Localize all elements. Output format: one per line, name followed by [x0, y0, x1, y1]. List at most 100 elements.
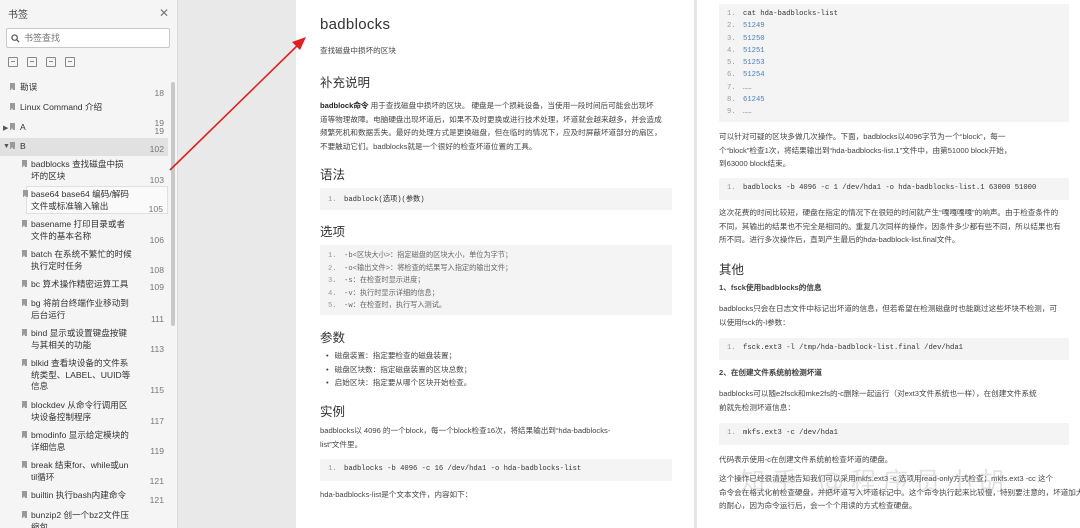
paragraph-line: 到63000 block结束。	[719, 159, 791, 168]
viewer-background	[178, 0, 295, 528]
paragraph-line: badblocks可以随e2fsck和mke2fs的-c删除一起运行（对ext3…	[719, 389, 1037, 398]
bookmark-icon	[22, 299, 27, 306]
bookmark-icon	[22, 160, 27, 167]
code-line: badblocks -b 4096 -c 16 /dev/hda1 -o hda…	[344, 465, 582, 473]
close-icon[interactable]: ✕	[159, 7, 169, 19]
param-list: 磁盘装置：指定要检查的磁盘装置； 磁盘区块数：指定磁盘装置的区块总数； 启始区块…	[326, 349, 472, 390]
code-line: -b<区块大小>：指定磁盘的区块大小，单位为字节；	[344, 252, 513, 260]
bookmark-item[interactable]: builtin 执行bash内建命令 121	[0, 490, 168, 506]
code-line: badblock(选项)(参数)	[344, 196, 425, 204]
bookmark-item[interactable]: Linux Command 介绍 19	[0, 102, 168, 128]
bookmark-item[interactable]: basename 打印目录或者 文件的基本名称 106	[0, 219, 168, 245]
bookmark-icon	[23, 190, 28, 197]
code-block: 1. fsck.ext3 -l /tmp/hda-badblock-list.fi…	[719, 338, 1069, 360]
intro-line: 不要触动它们。badblocks就是一个很好的检查坏道位置的工具。	[320, 141, 537, 151]
bookmark-sidebar: 书签 ✕ 勘误 18 Linux Command 介绍 19 ▶ A 19 ▼ …	[0, 0, 178, 528]
bookmark-item[interactable]: badblocks 查找磁盘中损 坏的区块 103	[0, 159, 168, 185]
page-title: badblocks	[320, 16, 391, 33]
sidebar-header: 书签 ✕	[8, 6, 169, 21]
paragraph-line: 不同，其输出的结果也不完全是相同的。重复几次同样的操作，因条件多少都有些不同，所…	[719, 221, 1061, 231]
document-page: 1. cat hda-badblocks-list 2. 51249 3. 51250…	[697, 0, 1080, 528]
bookmark-icon	[22, 250, 27, 257]
code-line: -w：在检查时，执行写入测试。	[344, 302, 447, 310]
intro-line: 用于查找磁盘中损坏的区块。 硬盘是一个损耗设备，当使用一段时间后可能会出现坏	[368, 101, 654, 110]
page-subtitle: 查找磁盘中损坏的区块	[320, 46, 396, 55]
bookmark-item[interactable]: break 结束for、while或un til循环 121	[0, 460, 168, 486]
sidebar-scrollbar[interactable]	[171, 82, 175, 326]
search-icon	[11, 33, 20, 43]
bookmark-item[interactable]: blockdev 从命令行调用区 块设备控制程序 117	[0, 400, 168, 426]
intro-line: 频繁死机和数据丢失。最好的处理方式是更换磁盘，但在临时的情况下，应及时屏蔽坏道部…	[320, 128, 662, 137]
bookmark-item-b[interactable]: ▼ B 102	[0, 138, 168, 156]
section-heading: 选项	[320, 225, 346, 239]
paragraph: 代码表示使用-c在创建文件系统前检查坏道的硬盘。	[719, 455, 893, 464]
intro-line: 道等物理故障。电脑硬盘出现坏道后，如果不及时更换或进行技术处理，坏道就会越来越多…	[320, 114, 662, 124]
list-item: 磁盘区块数：指定磁盘装置的区块总数；	[326, 363, 472, 377]
bookmark-search-input[interactable]	[24, 33, 154, 43]
code-line: 61245	[743, 96, 765, 105]
bookmark-icon	[22, 431, 27, 438]
code-line: badblocks -b 4096 -c 1 /dev/hda1 -o hda-…	[743, 184, 1037, 192]
bookmark-item[interactable]: bmodinfo 显示给定模块的 详细信息 119	[0, 430, 168, 456]
chevron-right-icon[interactable]: ▶	[3, 123, 8, 135]
code-line: 51249	[743, 22, 765, 31]
paragraph: 这个操作已经很清楚地告知我们可以采用mkfs.ext3 -c 选项用read-o…	[719, 472, 1080, 513]
code-block: 1. badblocks -b 4096 -c 16 /dev/hda1 -o h…	[320, 459, 672, 481]
bookmark-icon[interactable]	[65, 57, 75, 67]
bookmark-item[interactable]: bg 将前台终端作业移动到 后台运行 111	[0, 298, 168, 324]
bookmark-item[interactable]: bc 算术操作精密运算工具 109	[0, 279, 168, 295]
code-line: ……	[743, 108, 752, 117]
bookmark-item-a[interactable]: ▶ A 19	[0, 122, 168, 138]
code-block: 1. cat hda-badblocks-list 2. 51249 3. 51250…	[719, 4, 1069, 122]
bookmark-icon	[22, 511, 27, 518]
code-block: 1. badblocks -b 4096 -c 1 /dev/hda1 -o hd…	[719, 178, 1069, 200]
bookmark-icon	[22, 461, 27, 468]
bookmark-icon	[10, 142, 15, 149]
bookmark-search[interactable]	[6, 28, 170, 48]
sub-heading: 2、在创建文件系统前检测坏道	[719, 368, 822, 377]
add-bookmark-icon[interactable]	[46, 57, 56, 67]
paragraph: 这次花费的时间比较短，硬盘在指定的情况下在很短的时间就产生“嘎嘎嘎嘎”的响声。由…	[719, 206, 1061, 247]
collapse-all-icon[interactable]	[27, 57, 37, 67]
document-page: badblocks 查找磁盘中损坏的区块 补充说明 badblock命令 用于查…	[296, 0, 694, 528]
code-block: 1. mkfs.ext3 -c /dev/hda1	[719, 423, 1069, 445]
code-line: cat hda-badblocks-list	[743, 10, 838, 18]
bookmark-item[interactable]: batch 在系统不繁忙的时候 执行定时任务 108	[0, 249, 168, 275]
bookmark-item[interactable]: bind 显示或设置键盘按键 与其相关的功能 113	[0, 328, 168, 354]
paragraph-line: 个“block”检查1次，将结果输出到“hda-badblocks-list.1…	[719, 145, 1012, 155]
bookmark-icon	[22, 329, 27, 336]
intro-bold: badblock命令	[320, 101, 369, 110]
bookmark-icon	[10, 103, 15, 110]
bookmark-icon	[22, 401, 27, 408]
paragraph-line: badblocks只会在日志文件中标记出坏道的信息，但若希望在检测磁盘时也能跳过…	[719, 304, 1057, 313]
paragraph-line: 所不同。进行多次操作后，直到产生最后的hda-badblock-list.fin…	[719, 235, 960, 244]
example-line: list”文件里。	[320, 439, 363, 449]
example-line: badblocks以 4096 的一个block，每一个block检查16次，将…	[320, 426, 611, 435]
paragraph: badblocks可以随e2fsck和mke2fs的-c删除一起运行（对ext3…	[719, 387, 1037, 414]
bookmark-item[interactable]: blkid 查看块设备的文件系 统类型、LABEL、UUID等 信息 115	[0, 358, 168, 396]
sidebar-toolbar	[8, 57, 75, 67]
bookmark-icon	[22, 280, 27, 287]
bookmark-item[interactable]: 勘误 18	[0, 82, 168, 98]
sidebar-title: 书签	[8, 9, 28, 21]
paragraph-line: 这个操作已经很清楚地告知我们可以采用mkfs.ext3 -c 选项用read-o…	[719, 474, 1054, 483]
paragraph-line: 命令会在格式化前检查硬盘，并把坏道写入坏道标记中。这个命令执行起来比较慢，特别要…	[719, 487, 1080, 497]
section-heading: 语法	[320, 168, 346, 182]
section-heading: 实例	[320, 405, 346, 419]
code-line: 51250	[743, 34, 765, 43]
paragraph-line: 这次花费的时间比较短，硬盘在指定的情况下在很短的时间就产生“嘎嘎嘎嘎”的响声。由…	[719, 208, 1059, 217]
paragraph-line: 可以针对可疑的区块多做几次操作。下面，badblocks以4096字节为一个“b…	[719, 132, 1006, 141]
chevron-down-icon[interactable]: ▼	[3, 141, 10, 153]
code-block: 1. -b<区块大小>：指定磁盘的区块大小，单位为字节； 2. -o<输出文件>：将…	[320, 245, 672, 315]
code-line: -v：执行时显示详细的信息；	[344, 289, 439, 298]
code-line: 51254	[743, 71, 765, 80]
section-heading: 参数	[320, 331, 346, 345]
bookmark-item[interactable]: bunzip2 创一个bz2文件压 缩包	[0, 510, 168, 528]
bookmark-item-selected[interactable]: base64 base64 编码/解码 文件或标准输入输出 105	[23, 186, 168, 214]
paragraph-line: 的耐心，因为命令运行后，会一个个用读的方式检查硬盘。	[719, 501, 917, 510]
example-paragraph: badblocks以 4096 的一个block，每一个block检查16次，将…	[320, 424, 610, 451]
code-block: 1. badblock(选项)(参数)	[320, 188, 672, 210]
code-line: 51253	[743, 59, 765, 68]
code-line: ……	[743, 83, 752, 92]
expand-all-icon[interactable]	[8, 57, 18, 67]
